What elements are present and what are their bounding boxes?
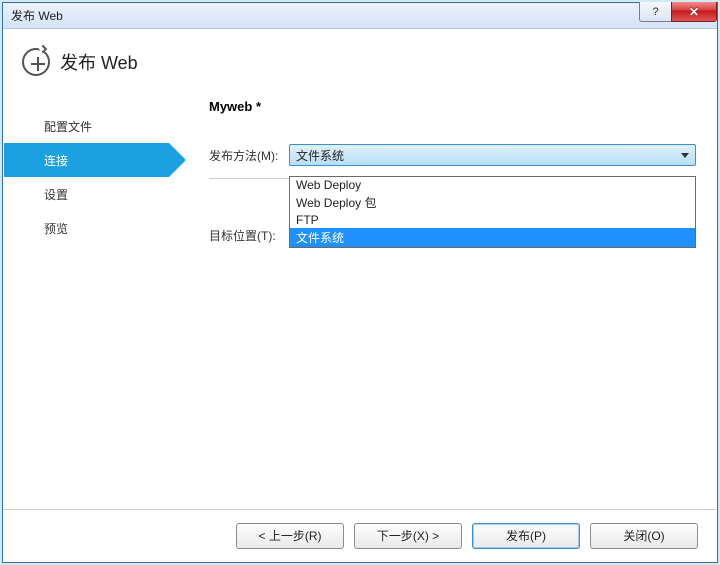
sidebar-item-settings[interactable]: 设置 bbox=[4, 177, 169, 211]
option-web-deploy[interactable]: Web Deploy bbox=[290, 177, 695, 193]
prev-button[interactable]: < 上一步(R) bbox=[236, 523, 344, 549]
sidebar-item-preview[interactable]: 预览 bbox=[4, 211, 169, 245]
client-area: 发布 Web 配置文件 连接 设置 预览 Myweb * bbox=[4, 30, 716, 561]
dialog-title: 发布 Web bbox=[60, 49, 138, 75]
window-controls: ? ✕ bbox=[639, 2, 717, 22]
sidebar-item-label: 设置 bbox=[44, 186, 68, 203]
sidebar-item-label: 连接 bbox=[44, 152, 68, 169]
publish-method-row: 发布方法(M): 文件系统 bbox=[209, 144, 696, 166]
dialog-body: 配置文件 连接 设置 预览 Myweb * 发布方法(M): 文件系统 bbox=[4, 94, 716, 245]
chevron-down-icon bbox=[681, 153, 689, 158]
wizard-sidebar: 配置文件 连接 设置 预览 bbox=[4, 94, 169, 245]
option-ftp[interactable]: FTP bbox=[290, 212, 695, 228]
titlebar[interactable]: 发布 Web ? ✕ bbox=[3, 3, 717, 29]
dialog-header: 发布 Web bbox=[4, 30, 716, 94]
sidebar-item-label: 配置文件 bbox=[44, 118, 92, 135]
publish-web-icon bbox=[22, 48, 50, 76]
option-web-deploy-package[interactable]: Web Deploy 包 bbox=[290, 193, 695, 212]
publish-method-label: 发布方法(M): bbox=[209, 147, 289, 164]
close-window-button[interactable]: ✕ bbox=[671, 2, 717, 22]
publish-button[interactable]: 发布(P) bbox=[472, 523, 580, 549]
sidebar-item-connection[interactable]: 连接 bbox=[4, 143, 169, 177]
dialog-window: 发布 Web ? ✕ 发布 Web 配置文件 连接 设置 预 bbox=[2, 2, 718, 563]
close-icon: ✕ bbox=[689, 5, 699, 19]
dialog-footer: < 上一步(R) 下一步(X) > 发布(P) 关闭(O) bbox=[4, 509, 716, 561]
wizard-main: Myweb * 发布方法(M): 文件系统 目标位置(T): Web Deplo… bbox=[169, 94, 716, 245]
option-file-system[interactable]: 文件系统 bbox=[290, 228, 695, 247]
window-title: 发布 Web bbox=[11, 7, 63, 24]
publish-method-dropdown[interactable]: Web Deploy Web Deploy 包 FTP 文件系统 bbox=[289, 176, 696, 248]
help-icon: ? bbox=[652, 6, 658, 18]
sidebar-item-profile[interactable]: 配置文件 bbox=[4, 109, 169, 143]
close-button[interactable]: 关闭(O) bbox=[590, 523, 698, 549]
profile-name: Myweb * bbox=[209, 99, 696, 114]
sidebar-item-label: 预览 bbox=[44, 220, 68, 237]
target-location-label: 目标位置(T): bbox=[209, 227, 276, 244]
help-button[interactable]: ? bbox=[639, 2, 671, 22]
next-button[interactable]: 下一步(X) > bbox=[354, 523, 462, 549]
publish-method-selected: 文件系统 bbox=[296, 147, 344, 164]
publish-method-combobox[interactable]: 文件系统 bbox=[289, 144, 696, 166]
